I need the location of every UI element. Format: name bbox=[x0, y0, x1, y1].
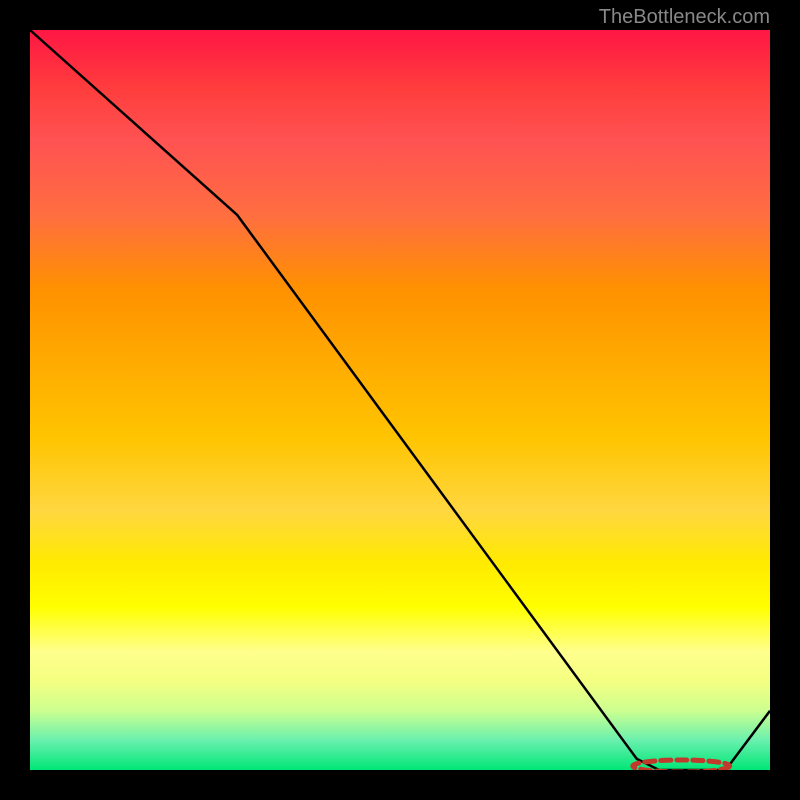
chart-gradient-background bbox=[30, 30, 770, 770]
attribution-text: TheBottleneck.com bbox=[599, 6, 770, 29]
